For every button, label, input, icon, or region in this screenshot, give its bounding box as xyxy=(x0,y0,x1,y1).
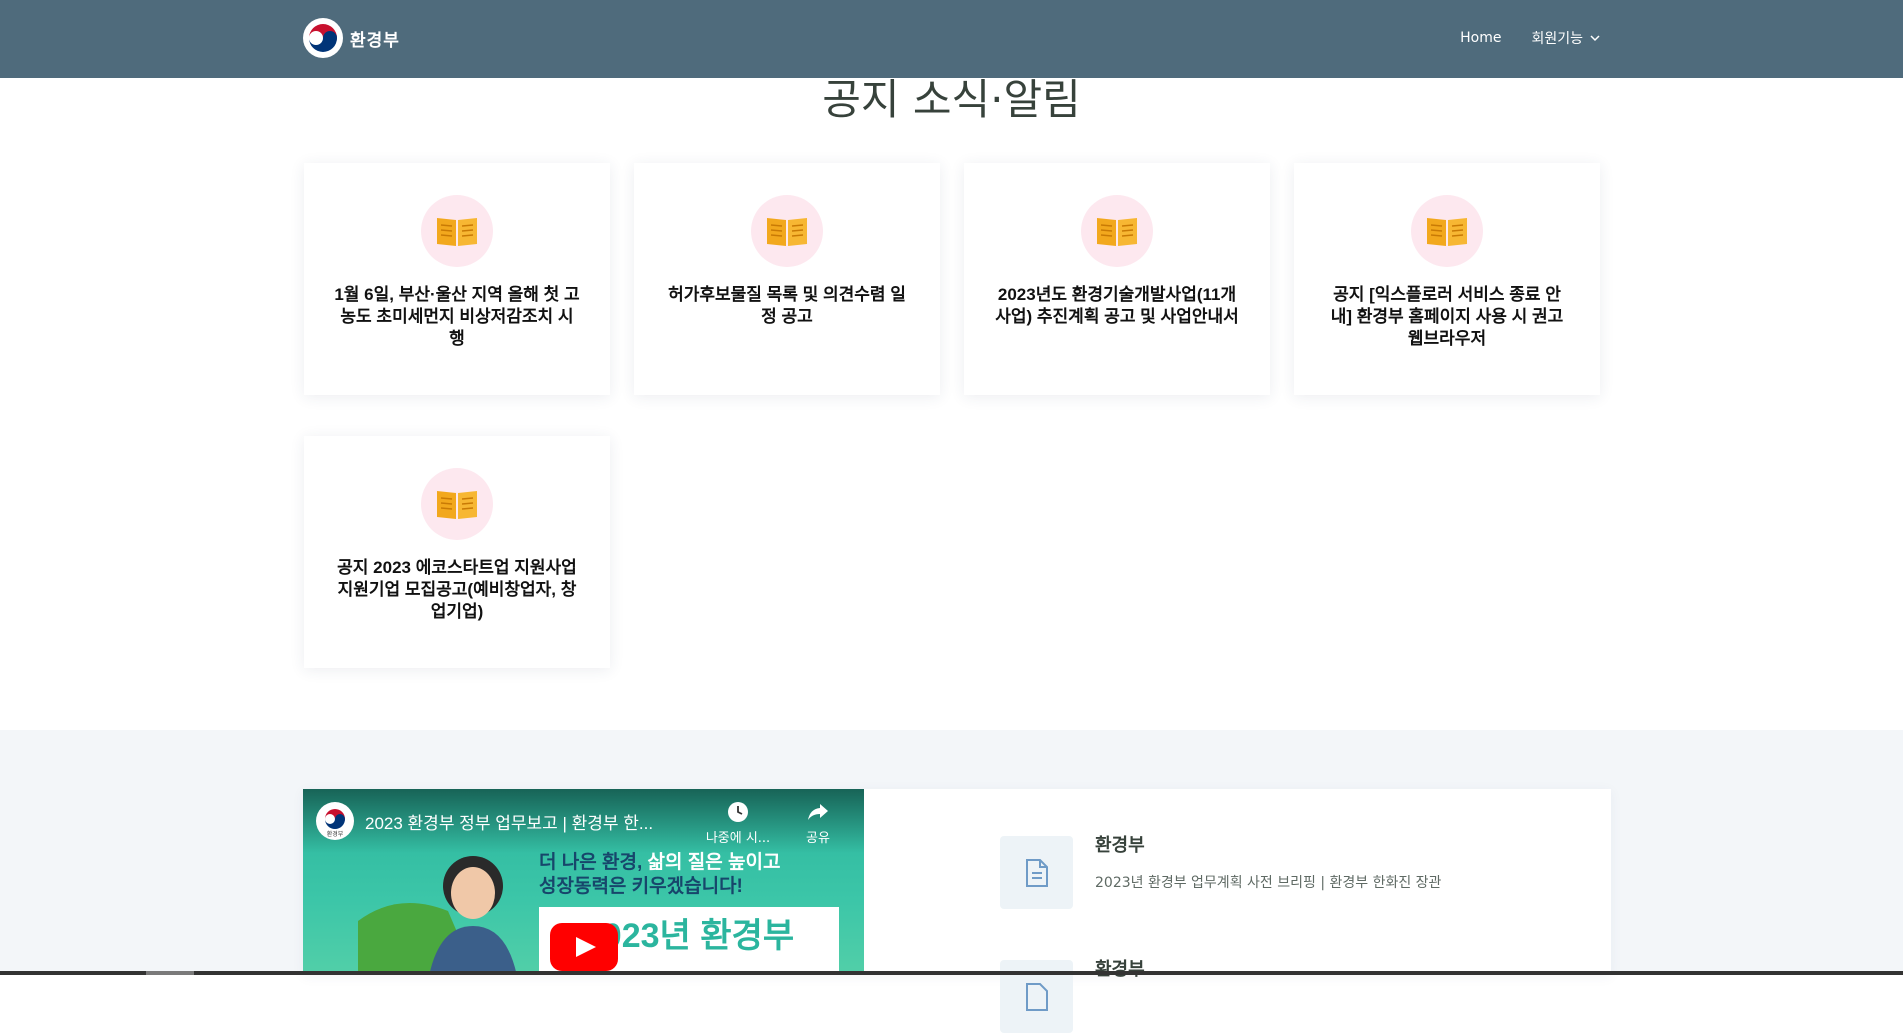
video-title[interactable]: 2023 환경부 정부 업무보고 | 환경부 한... xyxy=(365,809,695,834)
nav-home-link[interactable]: Home xyxy=(1460,30,1501,46)
scroll-indicator xyxy=(146,971,194,975)
notice-card[interactable]: 2023년도 환경기술개발사업(11개 사업) 추진계획 공고 및 사업안내서 xyxy=(964,163,1270,395)
notice-title: 공지 [익스플로러 서비스 종료 안내] 환경부 홈페이지 사용 시 권고 웹브… xyxy=(1330,285,1564,348)
channel-avatar[interactable]: 환경부 xyxy=(316,802,354,840)
top-navbar: 환경부 Home 회원기능 xyxy=(0,0,1903,78)
notice-card[interactable]: 공지 [익스플로러 서비스 종료 안내] 환경부 홈페이지 사용 시 권고 웹브… xyxy=(1294,163,1600,395)
logo-text: 환경부 xyxy=(350,30,400,51)
site-logo[interactable]: 환경부 xyxy=(303,17,400,59)
notice-card[interactable]: 공지 2023 에코스타트업 지원사업 지원기업 모집공고(예비창업자, 창업기… xyxy=(304,436,610,668)
clock-icon xyxy=(728,802,748,822)
document-icon xyxy=(1025,982,1048,1011)
watch-later-button[interactable]: 나중에 시... xyxy=(693,801,783,846)
youtube-play-button[interactable] xyxy=(550,923,618,971)
info-title: 환경부 xyxy=(1095,959,1145,979)
open-book-icon xyxy=(1427,218,1467,246)
info-title: 환경부 xyxy=(1095,835,1145,855)
icon-circle xyxy=(421,195,493,267)
open-book-icon xyxy=(437,218,477,246)
document-icon xyxy=(1025,858,1048,887)
notice-title: 2023년도 환경기술개발사업(11개 사업) 추진계획 공고 및 사업안내서 xyxy=(995,285,1239,326)
youtube-video-embed[interactable]: 환경부 2023 환경부 정부 업무보고 | 환경부 한... 나중에 시...… xyxy=(303,789,864,975)
notice-title: 허가후보물질 목록 및 의견수렴 일정 공고 xyxy=(668,285,906,326)
icon-circle xyxy=(1081,195,1153,267)
main-nav: Home 회원기능 xyxy=(1460,28,1601,48)
icon-circle xyxy=(751,195,823,267)
video-slogan: 더 나은 환경, 삶의 질은 높이고 성장동력은 키우겠습니다! xyxy=(539,851,780,899)
slogan-line1-a: 더 나은 환경, xyxy=(539,852,648,873)
share-icon xyxy=(808,804,828,820)
icon-circle xyxy=(1411,195,1483,267)
nav-member-label: 회원기능 xyxy=(1531,31,1583,47)
info-icon-box xyxy=(1000,836,1073,909)
watch-later-label: 나중에 시... xyxy=(705,831,771,846)
nav-member-menu[interactable]: 회원기능 xyxy=(1531,28,1601,48)
open-book-icon xyxy=(1097,218,1137,246)
channel-avatar-text: 환경부 xyxy=(327,830,344,838)
slogan-line2: 성장동력은 키우겠습니다! xyxy=(539,876,743,897)
slogan-line1-b: 삶의 질은 높이고 xyxy=(647,852,781,873)
notice-card[interactable]: 허가후보물질 목록 및 의견수렴 일정 공고 xyxy=(634,163,940,395)
open-book-icon xyxy=(767,218,807,246)
icon-circle xyxy=(421,468,493,540)
notice-title: 1월 6일, 부산·울산 지역 올해 첫 고농도 초미세먼지 비상저감조치 시행 xyxy=(334,285,580,348)
chevron-down-icon xyxy=(1590,35,1600,42)
channel-logo-icon: 환경부 xyxy=(325,809,345,838)
info-desc: 2023년 환경부 업무계획 사전 브리핑 | 환경부 한화진 장관 xyxy=(1095,875,1442,891)
share-label: 공유 xyxy=(806,831,830,846)
bottom-scroll-strip xyxy=(0,971,1903,975)
notice-card[interactable]: 1월 6일, 부산·울산 지역 올해 첫 고농도 초미세먼지 비상저감조치 시행 xyxy=(304,163,610,395)
open-book-icon xyxy=(437,491,477,519)
notice-title: 공지 2023 에코스타트업 지원사업 지원기업 모집공고(예비창업자, 창업기… xyxy=(337,558,577,621)
share-button[interactable]: 공유 xyxy=(793,801,843,846)
taegeuk-logo-icon xyxy=(303,18,343,58)
